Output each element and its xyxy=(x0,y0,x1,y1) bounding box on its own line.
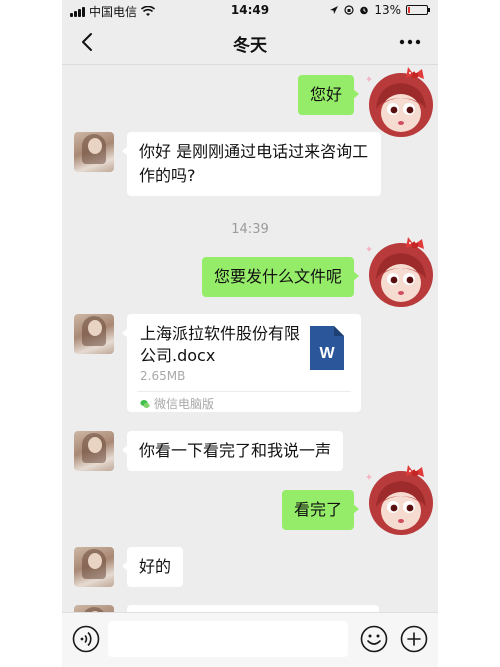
status-right: 13% xyxy=(329,3,430,17)
alarm-icon xyxy=(360,6,369,15)
chat-title: 冬天 xyxy=(233,36,267,56)
chevron-left-icon[interactable] xyxy=(78,32,98,52)
message-text: 好的 xyxy=(139,557,172,576)
cartoon-girl-avatar[interactable] xyxy=(364,235,438,309)
status-bar: 中国电信 14:49 13% xyxy=(62,0,438,20)
contact-avatar[interactable] xyxy=(74,547,114,587)
location-icon xyxy=(330,6,339,14)
message-text: 你看一下看完了和我说一声 xyxy=(139,441,332,460)
battery-fill xyxy=(408,7,410,13)
voice-icon[interactable] xyxy=(72,625,100,653)
cartoon-girl-avatar[interactable] xyxy=(364,463,438,537)
input-bar xyxy=(62,612,438,667)
svg-text:W: W xyxy=(319,345,335,362)
nav-bar: 冬天 xyxy=(62,20,438,65)
contact-avatar[interactable] xyxy=(74,605,114,612)
battery-icon xyxy=(406,5,430,15)
message-text: 看完了 xyxy=(293,500,342,519)
plus-icon[interactable] xyxy=(400,625,428,653)
chat-message-list[interactable]: 您好 你好 是刚刚通过电话过来咨询工作的吗? 14:39 您要发什么文件呢 上海… xyxy=(62,65,438,612)
received-message[interactable]: 你好 是刚刚通过电话过来咨询工作的吗? xyxy=(122,132,381,196)
message-text: 您要发什么文件呢 xyxy=(213,267,342,286)
sent-message[interactable]: 您好 xyxy=(297,75,360,115)
file-source-label: 微信电脑版 xyxy=(154,397,215,411)
file-name: 上海派拉软件股份有限公司.docx xyxy=(140,324,301,365)
file-source: 微信电脑版 xyxy=(140,395,214,412)
wechat-chat-screen: 中国电信 14:49 13% 冬天 您好 你好 是刚刚通过电话过来咨询工作的吗?… xyxy=(62,0,438,667)
contact-avatar[interactable] xyxy=(74,314,114,354)
orientation-lock-icon xyxy=(344,5,354,15)
contact-avatar[interactable] xyxy=(74,431,114,471)
file-card-divider xyxy=(137,391,351,392)
battery-percent: 13% xyxy=(374,3,401,17)
wechat-icon xyxy=(140,399,150,408)
received-message[interactable]: 你看一下看完了和我说一声 xyxy=(121,431,344,471)
file-size: 2.65MB xyxy=(140,369,186,383)
emoji-icon[interactable] xyxy=(360,625,388,653)
sent-message[interactable]: 看完了 xyxy=(281,490,360,530)
received-message-partial[interactable] xyxy=(127,605,379,612)
message-text: 您好 xyxy=(309,85,342,104)
message-text: 你好 是刚刚通过电话过来咨询工作的吗? xyxy=(139,142,369,185)
sent-message[interactable]: 您要发什么文件呢 xyxy=(201,257,360,297)
cartoon-girl-avatar[interactable] xyxy=(364,65,438,139)
received-message[interactable]: 好的 xyxy=(121,547,184,587)
contact-avatar[interactable] xyxy=(74,132,114,172)
word-document-icon: W xyxy=(310,326,344,370)
more-dots-icon[interactable] xyxy=(398,32,422,52)
message-input[interactable] xyxy=(108,621,348,657)
battery-tip xyxy=(428,8,430,12)
file-message-card[interactable]: 上海派拉软件股份有限公司.docx 2.65MB W 微信电脑版 xyxy=(122,314,361,412)
